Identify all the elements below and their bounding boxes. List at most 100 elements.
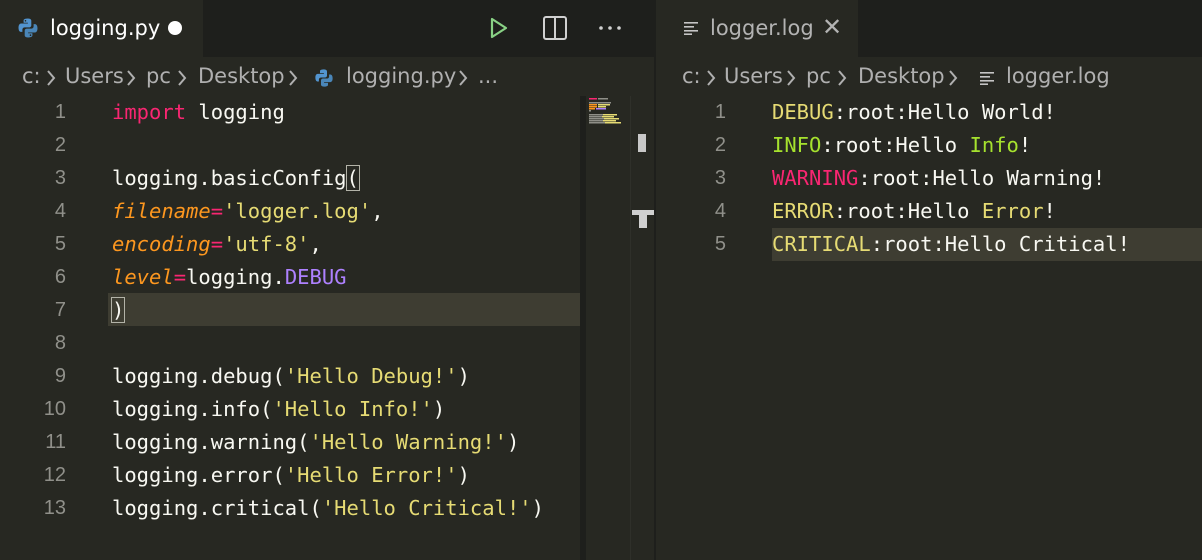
code-line[interactable]: 11 logging.warning('Hello Warning!') (0, 426, 654, 459)
close-icon[interactable]: ✕ (822, 15, 842, 39)
tab-logger-log[interactable]: logger.log ✕ (656, 0, 858, 57)
line-text: ) (110, 294, 126, 327)
code-line[interactable]: 4 filename='logger.log', (0, 195, 654, 228)
code-token: logging.basicConfig (112, 166, 347, 190)
code-token: CRITICAL (772, 232, 871, 256)
code-token: ) (110, 297, 126, 323)
more-actions-icon[interactable] (596, 14, 624, 42)
file-lines-icon (684, 22, 698, 35)
line-text: logging.error('Hello Error!') (112, 459, 470, 492)
code-token: logging. (186, 265, 285, 289)
code-line[interactable]: 3 logging.basicConfig( (0, 162, 654, 195)
chevron-right-icon (838, 70, 847, 86)
breadcrumb-item-symbols[interactable]: ... (478, 64, 498, 88)
code-token: ) (506, 430, 520, 454)
scrollbar-thumb[interactable] (638, 134, 646, 152)
python-icon (18, 18, 38, 38)
code-token: INFO (772, 133, 822, 157)
code-editor[interactable]: 1 import logging 2 3 logging.basicConfig(4 fi… (0, 96, 654, 560)
breadcrumb-item-pc[interactable]: pc (146, 64, 171, 88)
code-token: ERROR (772, 199, 834, 223)
code-token: = (210, 199, 224, 223)
code-line[interactable]: 1 import logging (0, 96, 654, 129)
code-line[interactable]: 5 CRITICAL:root:Hello Critical! (656, 228, 1202, 261)
breadcrumb-item-users[interactable]: Users (65, 64, 124, 88)
minimap[interactable] (586, 96, 626, 136)
code-token: , (309, 232, 322, 256)
code-token: 'utf-8' (223, 232, 310, 256)
line-number: 7 (54, 299, 66, 321)
code-line[interactable]: 5 encoding='utf-8', (0, 228, 654, 261)
code-token: logging (186, 100, 285, 124)
code-token: 'Hello Critical!' (321, 496, 532, 520)
code-token: = (173, 265, 187, 289)
line-number: 2 (714, 134, 726, 156)
line-text: INFO:root:Hello Info! (772, 129, 1031, 162)
run-icon[interactable] (485, 14, 513, 42)
log-viewer[interactable]: 1 DEBUG:root:Hello World! 2 INFO:root:Hello… (656, 96, 1202, 560)
line-number: 5 (54, 233, 66, 255)
chevron-right-icon (787, 70, 796, 86)
breadcrumb-item-file[interactable]: logging.py (346, 64, 456, 88)
line-number: 3 (714, 167, 726, 189)
code-token: logging.warning( (112, 430, 310, 454)
line-text: logging.debug('Hello Debug!') (112, 360, 470, 393)
line-text: level=logging.DEBUG (112, 261, 347, 294)
minimap-separator (580, 96, 586, 560)
code-line[interactable]: 2 (0, 129, 654, 162)
code-line[interactable]: 9 logging.debug('Hello Debug!') (0, 360, 654, 393)
code-token: logging.debug( (112, 364, 285, 388)
code-token: ) (457, 463, 470, 487)
code-token: 'Hello Debug!' (284, 364, 458, 388)
code-token: ) (531, 496, 544, 520)
code-line[interactable]: 10 logging.info('Hello Info!') (0, 393, 654, 426)
code-token: 'Hello Info!' (272, 397, 433, 421)
breadcrumb-item-pc[interactable]: pc (806, 64, 831, 88)
split-editor-icon[interactable] (541, 14, 569, 42)
chevron-right-icon (707, 70, 716, 86)
vertical-scrollbar[interactable] (630, 96, 654, 560)
code-token: ! (1018, 133, 1032, 157)
line-number: 11 (45, 431, 66, 453)
breadcrumb: c: Users pc Desktop logging.py ... (0, 57, 654, 99)
chevron-right-icon (289, 70, 298, 86)
code-token: logging.info( (112, 397, 273, 421)
breadcrumb: c: Users pc Desktop logger.log (656, 57, 1202, 99)
code-line[interactable]: 12 logging.error('Hello Error!') (0, 459, 654, 492)
breadcrumb-item-file[interactable]: logger.log (1006, 64, 1110, 88)
code-line[interactable]: 7) (0, 294, 654, 327)
breadcrumb-item-drive[interactable]: c: (22, 64, 41, 88)
python-icon (315, 69, 333, 87)
line-number: 8 (54, 332, 66, 354)
code-token: :root:Hello Warning! (858, 166, 1106, 190)
code-token: Error (981, 199, 1044, 223)
code-token: import (112, 100, 187, 124)
tab-logging-py[interactable]: logging.py (0, 0, 203, 57)
left-editor-group: logging.py c: Users pc Desktop logging.p… (0, 0, 654, 560)
breadcrumb-item-desktop[interactable]: Desktop (858, 64, 945, 88)
line-text: import logging (112, 96, 285, 129)
unsaved-dot-icon[interactable] (168, 21, 182, 35)
code-token: logging.critical( (112, 496, 322, 520)
code-token: ( (345, 165, 360, 191)
breadcrumb-item-desktop[interactable]: Desktop (198, 64, 285, 88)
breadcrumb-item-users[interactable]: Users (724, 64, 783, 88)
line-text: logging.basicConfig( (112, 162, 360, 195)
code-line[interactable]: 4 ERROR:root:Hello Error! (656, 195, 1202, 228)
code-line[interactable]: 1 DEBUG:root:Hello World! (656, 96, 1202, 129)
code-line[interactable]: 13 logging.critical('Hello Critical!') (0, 492, 654, 525)
line-number: 3 (54, 167, 66, 189)
breadcrumb-item-drive[interactable]: c: (682, 64, 701, 88)
code-token: logging.error( (112, 463, 285, 487)
code-line[interactable]: 6 level=logging.DEBUG (0, 261, 654, 294)
line-number: 6 (54, 266, 66, 288)
code-line[interactable]: 8 (0, 327, 654, 360)
code-line[interactable]: 2 INFO:root:Hello Info! (656, 129, 1202, 162)
line-number: 5 (714, 233, 726, 255)
line-number: 1 (714, 101, 726, 123)
code-line[interactable]: 3 WARNING:root:Hello Warning! (656, 162, 1202, 195)
line-text: logging.info('Hello Info!') (112, 393, 445, 426)
chevron-right-icon (459, 70, 468, 86)
chevron-right-icon (949, 70, 958, 86)
line-number: 2 (54, 134, 66, 156)
